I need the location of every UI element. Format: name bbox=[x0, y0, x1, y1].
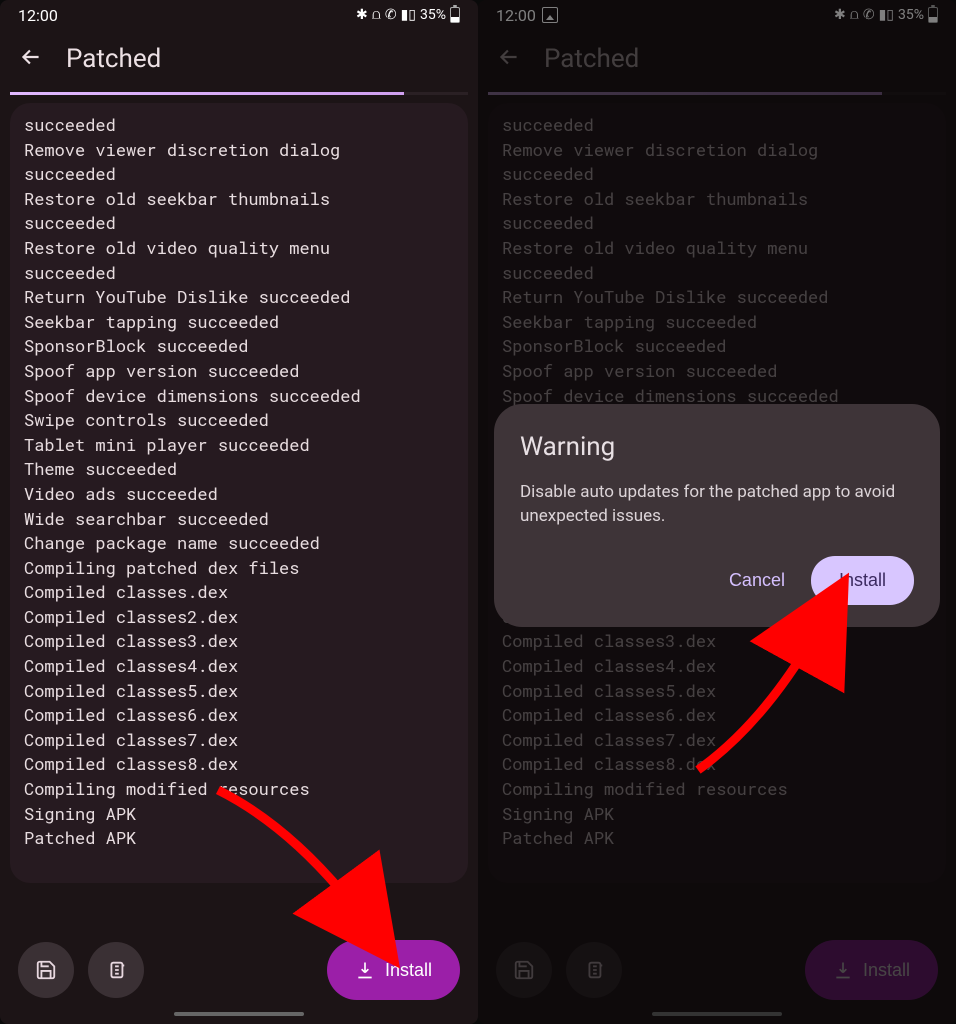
log-panel[interactable]: succeededRemove viewer discretion dialog… bbox=[10, 103, 468, 883]
warning-dialog: Warning Disable auto updates for the pat… bbox=[494, 404, 940, 627]
log-line: Change package name succeeded bbox=[24, 531, 454, 556]
log-line: Restore old seekbar thumbnails bbox=[24, 187, 454, 212]
log-line: Compiled classes5.dex bbox=[24, 679, 454, 704]
back-icon[interactable] bbox=[18, 44, 44, 74]
log-line: succeeded bbox=[24, 162, 454, 187]
log-line: Theme succeeded bbox=[24, 457, 454, 482]
dialog-body: Disable auto updates for the patched app… bbox=[520, 480, 914, 528]
log-line: Wide searchbar succeeded bbox=[24, 507, 454, 532]
log-line: Tablet mini player succeeded bbox=[24, 433, 454, 458]
log-line: Restore old video quality menu bbox=[24, 236, 454, 261]
screenshot-right: 12:00 ✱⩍✆▮▯ 35% Patched succeededRemove … bbox=[478, 0, 956, 1024]
log-line: succeeded bbox=[24, 261, 454, 286]
log-line: Compiled classes.dex bbox=[24, 580, 454, 605]
page-title: Patched bbox=[66, 44, 161, 74]
download-icon bbox=[355, 960, 375, 980]
bottom-bar: Install bbox=[0, 916, 478, 1024]
app-bar: Patched bbox=[0, 30, 478, 92]
copy-log-icon bbox=[105, 959, 127, 981]
log-line: Return YouTube Dislike succeeded bbox=[24, 285, 454, 310]
log-line: Compiled classes8.dex bbox=[24, 752, 454, 777]
log-line: Video ads succeeded bbox=[24, 482, 454, 507]
save-icon bbox=[35, 959, 57, 981]
log-line: Compiled classes2.dex bbox=[24, 605, 454, 630]
save-button[interactable] bbox=[18, 942, 74, 998]
cancel-button[interactable]: Cancel bbox=[721, 560, 793, 601]
log-line: Compiled classes3.dex bbox=[24, 629, 454, 654]
screenshot-left: 12:00 ✱⩍✆▮▯ 35% Patched succeededRemove … bbox=[0, 0, 478, 1024]
log-line: Compiling modified resources bbox=[24, 777, 454, 802]
log-line: Patched APK bbox=[24, 826, 454, 851]
dialog-title: Warning bbox=[520, 432, 914, 462]
log-line: succeeded bbox=[24, 113, 454, 138]
log-line: SponsorBlock succeeded bbox=[24, 334, 454, 359]
nav-handle[interactable] bbox=[174, 1012, 304, 1016]
status-time: 12:00 bbox=[18, 6, 58, 25]
log-line: Compiled classes7.dex bbox=[24, 728, 454, 753]
log-line: Swipe controls succeeded bbox=[24, 408, 454, 433]
battery-percent: 35% bbox=[420, 7, 446, 23]
copy-log-button[interactable] bbox=[88, 942, 144, 998]
battery-icon bbox=[450, 7, 460, 23]
log-line: Signing APK bbox=[24, 802, 454, 827]
log-line: Compiled classes4.dex bbox=[24, 654, 454, 679]
install-button[interactable]: Install bbox=[327, 940, 460, 1000]
log-line: Spoof app version succeeded bbox=[24, 359, 454, 384]
status-bar: 12:00 ✱⩍✆▮▯ 35% bbox=[0, 0, 478, 30]
log-line: Compiling patched dex files bbox=[24, 556, 454, 581]
log-line: Compiled classes6.dex bbox=[24, 703, 454, 728]
log-line: Spoof device dimensions succeeded bbox=[24, 384, 454, 409]
log-line: Seekbar tapping succeeded bbox=[24, 310, 454, 335]
install-label: Install bbox=[385, 960, 432, 981]
confirm-install-button[interactable]: Install bbox=[811, 556, 914, 605]
progress-bar bbox=[10, 92, 468, 95]
log-line: succeeded bbox=[24, 211, 454, 236]
log-line: Remove viewer discretion dialog bbox=[24, 138, 454, 163]
status-icons: ✱⩍✆▮▯ 35% bbox=[356, 7, 460, 23]
